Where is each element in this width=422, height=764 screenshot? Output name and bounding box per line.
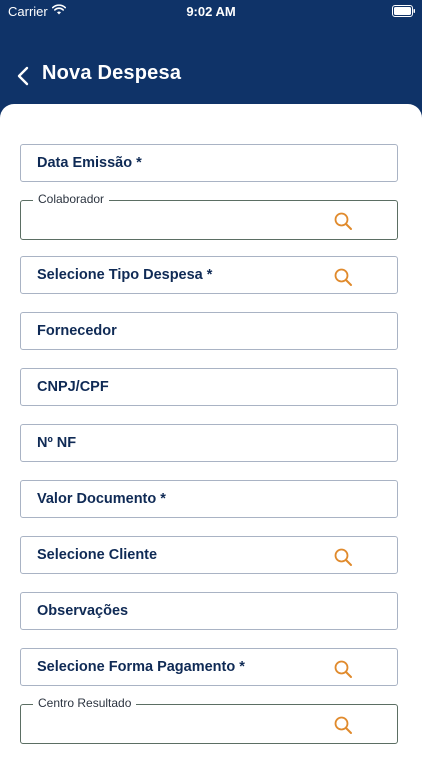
data-emissao-label: Data Emissão * — [37, 155, 142, 171]
observacoes-label: Observações — [37, 603, 129, 619]
page-title: Nova Despesa — [42, 62, 182, 84]
form-sheet: Data Emissão * Colaborador Selecione Tip… — [0, 104, 422, 764]
colaborador-field[interactable]: Colaborador — [20, 192, 398, 240]
status-time: 9:02 AM — [186, 4, 236, 19]
nav-header: Nova Despesa — [0, 56, 422, 96]
fornecedor-label: Fornecedor — [37, 323, 117, 339]
cliente-label: Selecione Cliente — [37, 547, 158, 563]
centro-resultado-label: Centro Resultado — [33, 696, 137, 710]
cnpj-cpf-label: CNPJ/CPF — [37, 379, 109, 395]
search-icon[interactable] — [333, 659, 353, 679]
valor-documento-label: Valor Documento * — [37, 491, 166, 507]
colaborador-label: Colaborador — [33, 192, 110, 206]
numero-nf-field[interactable]: Nº NF — [20, 424, 398, 462]
cliente-field[interactable]: Selecione Cliente — [20, 536, 398, 574]
tipo-despesa-field[interactable]: Selecione Tipo Despesa * — [20, 256, 398, 294]
forma-pagamento-label: Selecione Forma Pagamento * — [37, 659, 245, 675]
tipo-despesa-label: Selecione Tipo Despesa * — [37, 267, 213, 283]
status-bar: Carrier 9:02 AM — [0, 0, 422, 24]
search-icon[interactable] — [333, 211, 353, 231]
data-emissao-field[interactable]: Data Emissão * — [20, 144, 398, 182]
valor-documento-field[interactable]: Valor Documento * — [20, 480, 398, 518]
forma-pagamento-field[interactable]: Selecione Forma Pagamento * — [20, 648, 398, 686]
search-icon[interactable] — [333, 547, 353, 567]
search-icon[interactable] — [333, 267, 353, 287]
fornecedor-field[interactable]: Fornecedor — [20, 312, 398, 350]
centro-resultado-field[interactable]: Centro Resultado — [20, 696, 398, 744]
cnpj-cpf-field[interactable]: CNPJ/CPF — [20, 368, 398, 406]
back-chevron-icon[interactable] — [14, 64, 34, 88]
search-icon[interactable] — [333, 715, 353, 735]
battery-icon — [392, 5, 415, 17]
observacoes-field[interactable]: Observações — [20, 592, 398, 630]
numero-nf-label: Nº NF — [37, 435, 77, 451]
